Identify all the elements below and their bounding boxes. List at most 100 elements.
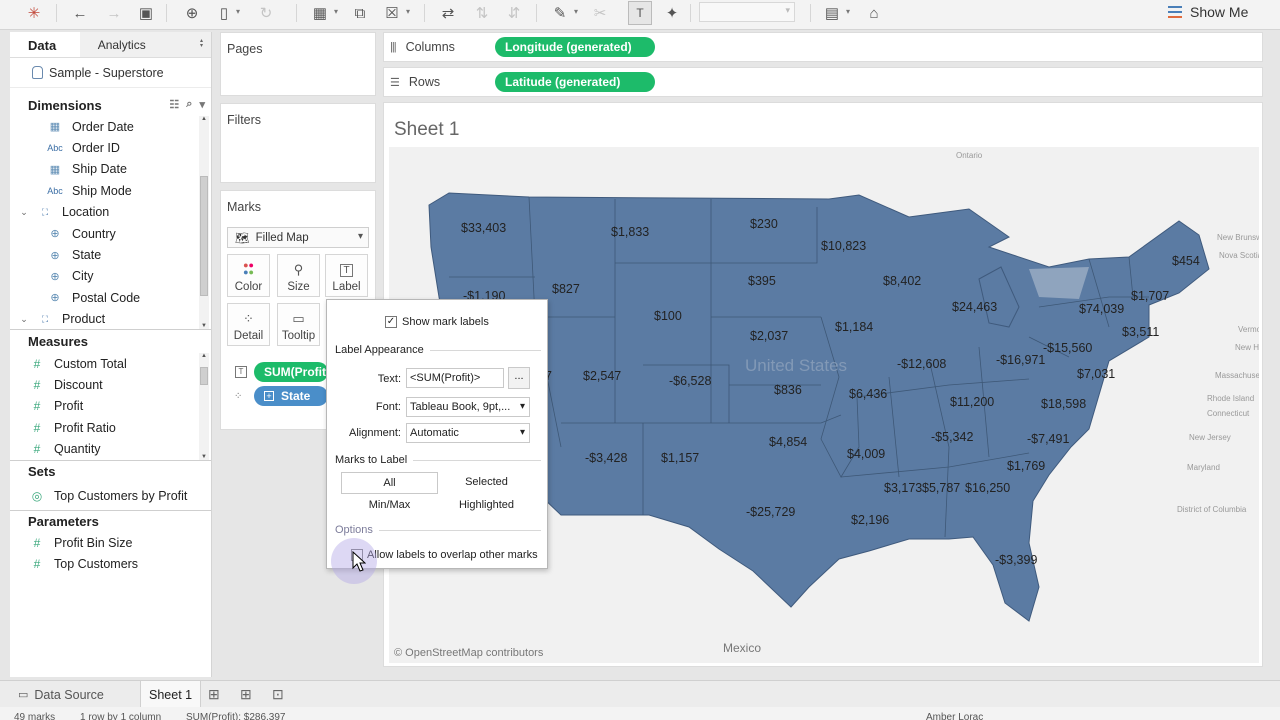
search-icon[interactable]: ⌕: [186, 98, 192, 111]
tab-data-source[interactable]: ▭ Data Source: [18, 681, 104, 708]
menu-caret-icon[interactable]: ▾: [199, 98, 205, 111]
new-datasource-icon[interactable]: ⊕: [180, 1, 204, 25]
dimension-field[interactable]: ⊕ State: [10, 244, 211, 265]
new-story-icon[interactable]: ⊡: [272, 686, 284, 703]
dimension-label: Order ID: [72, 141, 120, 156]
option-highlighted[interactable]: Highlighted: [438, 495, 535, 517]
basemap-place-label: Connecticut: [1207, 409, 1250, 418]
sum-profit-pill[interactable]: SUM(Profit): [254, 362, 328, 382]
set-field[interactable]: ◎ Top Customers by Profit: [10, 485, 211, 506]
option-min-max[interactable]: Min/Max: [341, 495, 438, 517]
state-profit-label: -$15,560: [1043, 341, 1093, 355]
collapse-icon[interactable]: ⌄: [18, 314, 30, 325]
show-me-button[interactable]: Show Me: [1156, 0, 1280, 24]
view-options-icon[interactable]: ☷: [169, 98, 179, 111]
label-button[interactable]: T Label: [325, 254, 368, 297]
text-field[interactable]: <SUM(Profit)>: [406, 368, 504, 388]
presentation-icon[interactable]: ⌂: [862, 1, 886, 25]
dimension-field[interactable]: ⌄ ⛶ Location: [10, 202, 211, 223]
measure-field-icon: #: [33, 356, 41, 371]
state-profit-label: $6,436: [849, 387, 888, 401]
dimension-label: State: [72, 248, 102, 263]
sort-asc-icon[interactable]: ⇅: [470, 1, 494, 25]
allow-overlap-checkbox[interactable]: Allow labels to overlap other marks: [351, 549, 538, 561]
sheet-title[interactable]: Sheet 1: [394, 119, 460, 141]
status-user[interactable]: Amber Lorac: [926, 712, 983, 720]
pin-icon[interactable]: ✦: [660, 1, 684, 25]
collapse-icon[interactable]: ⌄: [18, 207, 30, 218]
latitude-pill[interactable]: Latitude (generated): [495, 72, 655, 92]
group-icon[interactable]: ✂: [588, 1, 612, 25]
state-profit-label: -$16,971: [996, 353, 1046, 367]
new-worksheet-icon[interactable]: ▦: [308, 1, 332, 25]
swap-icon[interactable]: ⇄: [436, 1, 460, 25]
text-edit-button[interactable]: ...: [508, 367, 530, 389]
basemap-place-label: Nova Scotia: [1219, 251, 1259, 260]
back-icon[interactable]: ←: [68, 1, 92, 25]
font-select[interactable]: Tableau Book, 9pt,...: [406, 397, 530, 417]
measure-field[interactable]: # Profit: [10, 396, 211, 417]
parameters-list: # Profit Bin Size # Top Customers: [10, 532, 211, 578]
measure-field[interactable]: # Custom Total: [10, 353, 211, 374]
rows-label: Rows: [408, 75, 441, 89]
dimension-field[interactable]: ⊕ Country: [10, 223, 211, 244]
columns-shelf[interactable]: ||| Columns Longitude (generated): [383, 32, 1263, 62]
parameter-field[interactable]: # Top Customers: [10, 553, 211, 574]
refresh-icon[interactable]: ↻: [254, 1, 278, 25]
new-sheet-icon[interactable]: ⊞: [208, 686, 220, 703]
measure-field[interactable]: # Quantity: [10, 439, 211, 460]
longitude-pill[interactable]: Longitude (generated): [495, 37, 655, 57]
detail-label: Detail: [233, 330, 264, 342]
clear-sheet-icon[interactable]: ☒: [380, 1, 404, 25]
new-dashboard-icon[interactable]: ⊞: [240, 686, 252, 703]
forward-icon[interactable]: →: [102, 1, 126, 25]
tooltip-button[interactable]: ▭ Tooltip: [277, 303, 320, 346]
fit-select[interactable]: [699, 2, 795, 22]
database-icon: [32, 66, 43, 79]
rows-shelf[interactable]: ☰ Rows Latitude (generated): [383, 67, 1263, 97]
rows-icon: ☰: [390, 76, 400, 89]
datasource-item[interactable]: Sample - Superstore: [10, 58, 211, 88]
measure-field[interactable]: # Profit Ratio: [10, 417, 211, 438]
measure-field[interactable]: # Discount: [10, 374, 211, 395]
alignment-select[interactable]: Automatic: [406, 423, 530, 443]
dimension-field[interactable]: Abc Order ID: [10, 137, 211, 158]
show-cards-icon[interactable]: ▤: [820, 1, 844, 25]
pages-shelf[interactable]: Pages: [220, 32, 376, 96]
sort-desc-icon[interactable]: ⇵: [502, 1, 526, 25]
filters-shelf[interactable]: Filters: [220, 103, 376, 183]
option-all[interactable]: All: [341, 472, 438, 494]
show-labels-icon[interactable]: T: [628, 1, 652, 25]
detail-button[interactable]: ⁘ Detail: [227, 303, 270, 346]
dimension-field[interactable]: ▦ Ship Date: [10, 159, 211, 180]
option-selected[interactable]: Selected: [438, 472, 535, 494]
tab-data[interactable]: Data: [10, 32, 80, 57]
save-icon[interactable]: ▣: [134, 1, 158, 25]
dimension-field[interactable]: ⊕ Postal Code: [10, 287, 211, 308]
measure-field-label: Quantity: [54, 442, 101, 457]
mark-type-select[interactable]: 🗺 Filled Map: [227, 227, 369, 248]
size-button[interactable]: ⚲ Size: [277, 254, 320, 297]
dimensions-header: Dimensions ☷ ⌕ ▾: [10, 94, 211, 116]
state-profit-label: $24,463: [952, 300, 998, 314]
dimension-field[interactable]: ⌄ ⛶ Product: [10, 309, 211, 329]
show-mark-labels-checkbox[interactable]: ✓ Show mark labels: [385, 316, 489, 328]
columns-label: Columns: [405, 40, 455, 54]
parameter-field[interactable]: # Profit Bin Size: [10, 532, 211, 553]
dimension-label: Order Date: [72, 119, 134, 134]
dimension-field[interactable]: ▦ Order Date: [10, 116, 211, 137]
state-pill[interactable]: + State: [254, 386, 328, 406]
measures-list: # Custom Total # Discount # Profit # Profit Rat…: [10, 353, 211, 460]
dimension-field[interactable]: ⊕ City: [10, 266, 211, 287]
tableau-logo-icon[interactable]: ✳: [22, 1, 46, 25]
duplicate-icon[interactable]: ⧉: [348, 1, 372, 25]
size-icon: ⚲: [293, 262, 304, 277]
highlight-icon[interactable]: ✎: [548, 1, 572, 25]
state-profit-label: $8,402: [883, 274, 922, 288]
dimension-field[interactable]: Abc Ship Mode: [10, 180, 211, 201]
pause-updates-icon[interactable]: ▯: [212, 1, 236, 25]
color-button[interactable]: ●● ●● Color: [227, 254, 270, 297]
tab-sheet-1[interactable]: Sheet 1: [140, 681, 202, 708]
tab-analytics[interactable]: Analytics: [79, 32, 211, 57]
basemap-place-label: Ontario: [956, 151, 983, 160]
